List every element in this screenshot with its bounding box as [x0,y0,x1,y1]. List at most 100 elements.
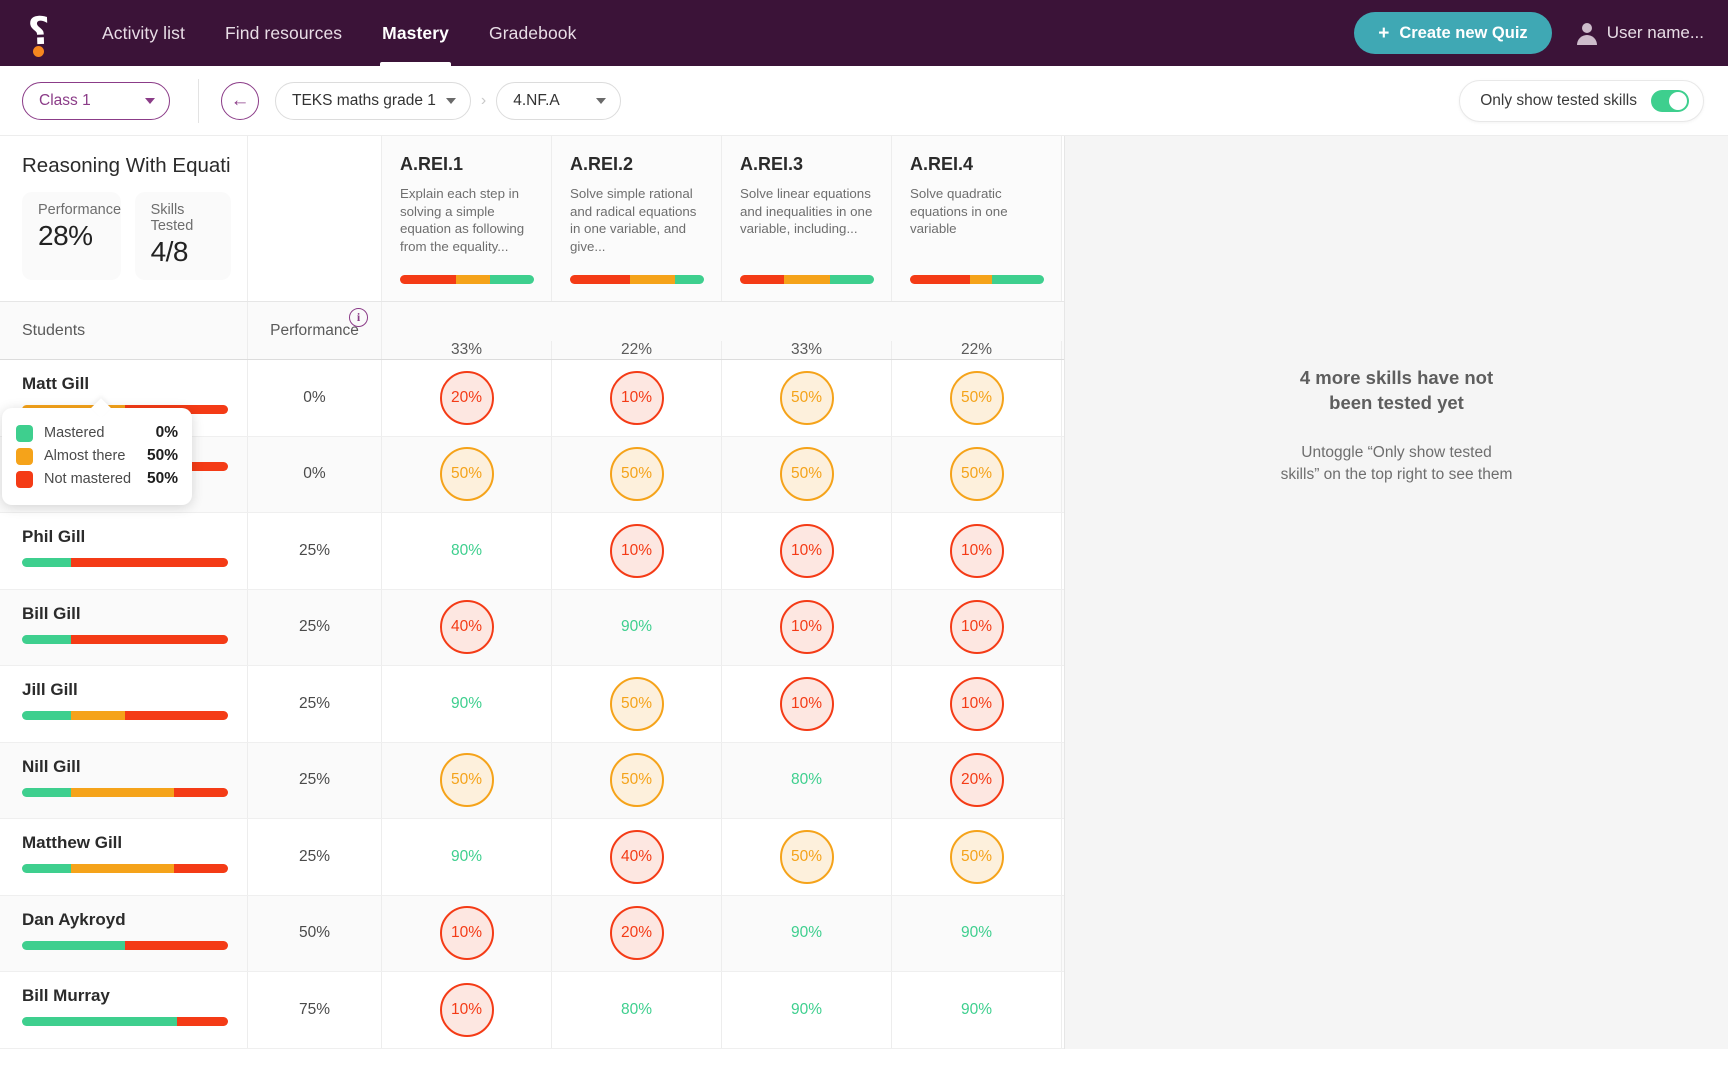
standard-percent-headers: 33% 22% 33% 22% [382,341,1062,359]
standard-column-A.REI.2[interactable]: A.REI.2 Solve simple rational and radical… [552,136,722,301]
mastery-bar-segment [630,275,675,284]
score-value: 10% [949,523,1004,578]
student-mastery-bar[interactable] [22,940,228,950]
page-title: Reasoning With Equations And... [22,154,231,177]
student-mastery-bar[interactable] [22,634,228,644]
nav-item-mastery[interactable]: Mastery [362,0,469,66]
score-cell[interactable]: 80% [382,513,552,589]
student-performance-value: 75% [248,972,382,1048]
score-cell[interactable]: 10% [722,666,892,742]
score-cell[interactable]: 80% [722,742,892,818]
score-cell[interactable]: 50% [722,360,892,436]
score-cell[interactable]: 90% [722,895,892,971]
score-cell[interactable]: 40% [382,589,552,665]
untested-skills-title: 4 more skills have not been tested yet [1299,367,1494,413]
score-cell[interactable]: 10% [892,589,1062,665]
tooltip-color-swatch [16,447,33,465]
student-cell[interactable]: Jill Gill [0,666,248,742]
score-cell[interactable]: 20% [552,895,722,971]
score-cell[interactable]: 50% [382,436,552,512]
score-cell[interactable]: 50% [892,360,1062,436]
score-cell[interactable]: 10% [552,513,722,589]
tooltip-row: Not mastered 50% [16,470,178,488]
student-mastery-bar[interactable] [22,864,228,873]
score-value: 10% [949,600,1004,655]
student-name: Matthew Gill [22,833,123,852]
score-cell[interactable]: 10% [892,513,1062,589]
score-value: 50% [439,753,494,808]
score-cell[interactable]: 90% [382,666,552,742]
student-mastery-bar[interactable] [22,711,228,720]
student-cell[interactable]: Matthew Gill [0,819,248,895]
curriculum-select[interactable]: TEKS maths grade 1 [275,81,471,120]
student-cell[interactable]: Matt Gill Mastered 0% Almost there 50% Not ma… [0,360,248,505]
mastery-bar-segment [784,275,830,284]
score-value: 90% [620,618,653,636]
nav-item-gradebook[interactable]: Gradebook [469,0,597,66]
standard-column-A.REI.1[interactable]: A.REI.1 Explain each step in solving a si… [382,136,552,301]
score-cell[interactable]: 10% [722,589,892,665]
student-cell[interactable]: Dan Aykroyd [0,895,248,971]
score-cell[interactable]: 80% [552,972,722,1048]
standard-description: Solve quadratic equations in one variabl… [910,186,1008,237]
score-cell[interactable]: 50% [552,436,722,512]
score-cell[interactable]: 50% [722,436,892,512]
filter-bar: Class 1 ← TEKS maths grade 1 › 4.NF.A On… [0,66,1728,136]
standard-select[interactable]: 4.NF.A [496,81,622,120]
score-value: 40% [609,829,664,884]
score-cell[interactable]: 90% [892,895,1062,971]
score-cell[interactable]: 20% [892,742,1062,818]
student-performance-value: 0% [248,360,382,436]
score-cell[interactable]: 50% [722,819,892,895]
student-cell[interactable]: Bill Murray [0,972,248,1048]
student-mastery-bar[interactable] [22,787,228,797]
toggle-switch[interactable] [1651,89,1689,112]
create-new-quiz-button[interactable]: + Create new Quiz [1354,12,1552,54]
only-show-tested-skills-toggle[interactable]: Only show tested skills [1459,79,1704,122]
back-button[interactable]: ← [221,81,259,120]
nav-item-activity-list[interactable]: Activity list [82,0,205,66]
standard-code: A.REI.3 [740,154,804,174]
score-cell[interactable]: 10% [552,360,722,436]
standards-header-row: Reasoning With Equations And... Performa… [0,136,1064,302]
student-name: Jill Gill [22,680,78,699]
student-cell[interactable]: Phil Gill [0,513,248,589]
score-cell[interactable]: 50% [552,742,722,818]
score-cell[interactable]: 40% [552,819,722,895]
nav-item-find-resources[interactable]: Find resources [205,0,362,66]
table-subheader-row: Students i Performance 33% 22% 33% 22% [0,302,1064,360]
standard-column-A.REI.4[interactable]: A.REI.4 Solve quadratic equations in one … [892,136,1062,301]
mastery-bar-segment [22,787,72,797]
score-cell[interactable]: 50% [382,742,552,818]
student-name: Phil Gill [22,527,86,546]
score-cell[interactable]: 10% [722,513,892,589]
score-cell[interactable]: 90% [722,972,892,1048]
score-cell[interactable]: 10% [382,972,552,1048]
score-cell[interactable]: 90% [552,589,722,665]
student-performance-value: 25% [248,819,382,895]
student-mastery-bar[interactable] [22,558,228,567]
score-cell[interactable]: 90% [382,819,552,895]
score-value: 10% [779,600,834,655]
score-value: 50% [949,447,1004,502]
header-spacer-cell [248,136,382,301]
standard-column-A.REI.3[interactable]: A.REI.3 Solve linear equations and inequa… [722,136,892,301]
score-cell[interactable]: 50% [892,819,1062,895]
student-cell[interactable]: Nill Gill [0,742,248,818]
score-cell[interactable]: 20% [382,360,552,436]
chevron-down-icon [145,97,155,104]
info-icon[interactable]: i [349,308,368,327]
score-cell[interactable]: 10% [382,895,552,971]
score-cell[interactable]: 50% [892,436,1062,512]
user-menu[interactable]: User name... [1576,22,1704,45]
student-cell[interactable]: Bill Gill [0,589,248,665]
score-cell[interactable]: 90% [892,972,1062,1048]
class-select[interactable]: Class 1 [22,81,170,120]
score-cell[interactable]: 10% [892,666,1062,742]
quizalize-logo-icon[interactable]: ? [20,9,64,57]
mastery-bar-segment [400,275,457,284]
student-mastery-bar[interactable] [22,1017,228,1026]
student-performance-value: 25% [248,589,382,665]
score-value: 50% [949,370,1004,425]
score-cell[interactable]: 50% [552,666,722,742]
